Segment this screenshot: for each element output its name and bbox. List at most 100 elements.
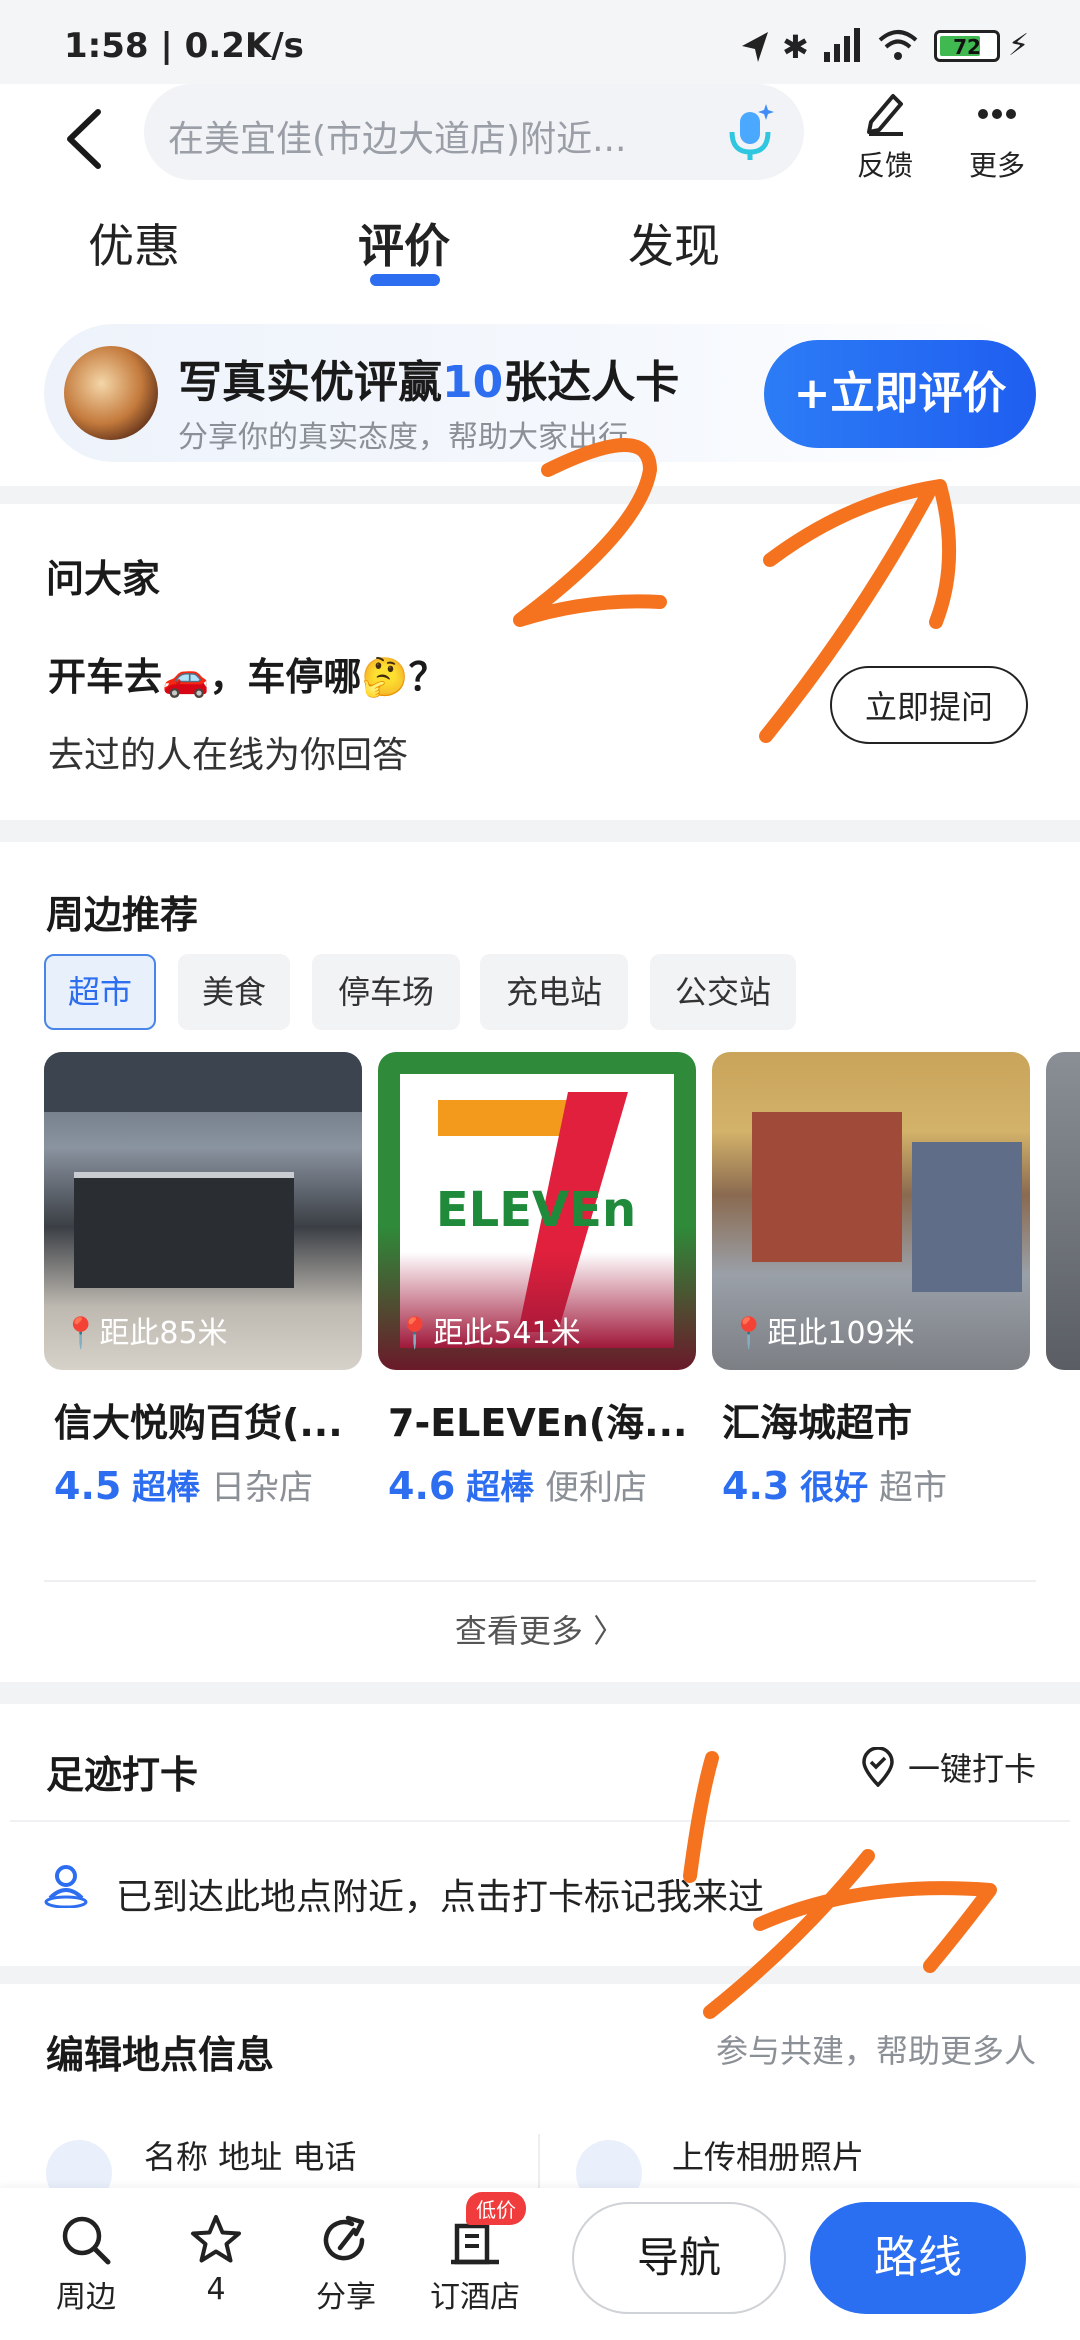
more-dots-icon <box>952 90 1042 140</box>
place-name: 信大悦购百货(... <box>54 1401 343 1445</box>
view-more-link[interactable]: 查看更多 〉 <box>0 1606 1080 1652</box>
place-distance: 📍距此85米 <box>62 1316 228 1351</box>
tab-reviews[interactable]: 评价 <box>358 210 450 276</box>
star-icon <box>191 2215 241 2263</box>
place-card[interactable]: 📍距此85米 信大悦购百货(... 4.5 超棒 日杂店 <box>44 1052 362 1508</box>
place-distance: 📍距此109米 <box>730 1316 915 1351</box>
upload-photos-link[interactable]: 上传相册照片 <box>672 2132 864 2178</box>
banner-subtitle: 分享你的真实态度，帮助大家出行 <box>178 420 628 455</box>
checkin-pin-icon <box>860 1746 896 1795</box>
distance-text: 距此85米 <box>99 1316 228 1351</box>
nearby-button[interactable]: 周边 <box>36 2212 136 2316</box>
voice-search-icon[interactable] <box>722 100 778 164</box>
banner-title-pre: 写真实优评赢 <box>178 357 442 408</box>
rating-level: 超棒 <box>466 1468 535 1508</box>
ask-question: 开车去🚗，车停哪🤔？ <box>48 655 447 699</box>
bottom-bar: 周边 4 分享 订酒店 低价 导航 路线 <box>0 2188 1080 2340</box>
place-photo: ELEVEn 📍距此541米 <box>378 1052 696 1370</box>
share-label: 分享 <box>316 2280 376 2315</box>
distance-text: 距此109米 <box>767 1316 915 1351</box>
checkin-prompt[interactable]: 已到达此地点附近，点击打卡标记我来过 <box>116 1868 764 1920</box>
nearby-label: 周边 <box>56 2280 116 2315</box>
place-rating: 4.3 很好 超市 <box>722 1460 947 1509</box>
book-hotel-button[interactable]: 订酒店 <box>420 2212 530 2316</box>
place-category: 超市 <box>878 1468 947 1508</box>
place-photo: 📍距此85米 <box>44 1052 362 1370</box>
tab-discount[interactable]: 优惠 <box>88 210 180 276</box>
wifi-icon <box>878 28 918 66</box>
ask-section: 问大家 开车去🚗，车停哪🤔？ 去过的人在线为你回答 立即提问 <box>0 504 1080 820</box>
favorites-count: 4 <box>206 2272 226 2307</box>
signal-icon <box>820 26 862 68</box>
ask-subtitle: 去过的人在线为你回答 <box>48 735 409 776</box>
search-bar[interactable]: 在美宜佳(市边大道店)附近... <box>144 84 804 180</box>
nautilus-avatar <box>64 346 158 440</box>
status-bar: 1:58 | 0.2K/s ✱ 72 ⚡ <box>0 0 1080 96</box>
rating-level: 超棒 <box>132 1468 201 1508</box>
rating-score: 4.3 <box>722 1464 790 1508</box>
battery-level: 72 <box>953 35 981 59</box>
nearby-section: 周边推荐 超市 美食 停车场 充电站 公交站 📍距此85米 信大悦购百货(...… <box>0 842 1080 1682</box>
place-rating: 4.6 超棒 便利店 <box>388 1460 647 1509</box>
checkin-button-label: 一键打卡 <box>907 1750 1036 1788</box>
place-distance: 📍距此541米 <box>396 1316 581 1351</box>
search-placeholder: 在美宜佳(市边大道店)附近... <box>168 119 627 160</box>
place-photo: 📍距此109米 <box>712 1052 1030 1370</box>
chip-supermarket[interactable]: 超市 <box>44 954 156 1030</box>
banner-title-highlight: 10 <box>442 357 504 408</box>
checkin-title: 足迹打卡 <box>46 1753 199 1797</box>
rating-score: 4.6 <box>388 1464 456 1508</box>
one-tap-checkin-button[interactable]: 一键打卡 <box>860 1744 1036 1795</box>
place-photo <box>1046 1052 1080 1370</box>
place-card[interactable]: 沙 4 <box>1046 1052 1080 1370</box>
more-label: 更多 <box>968 149 1025 182</box>
edit-title: 编辑地点信息 <box>46 2033 275 2077</box>
back-button[interactable] <box>60 104 110 174</box>
tab-discover[interactable]: 发现 <box>628 210 720 276</box>
search-icon <box>62 2216 111 2265</box>
edit-info-link[interactable]: 名称 地址 电话 <box>144 2132 356 2178</box>
active-tab-indicator <box>370 274 440 286</box>
edit-subtitle: 参与共建，帮助更多人 <box>715 2032 1036 2070</box>
rating-score: 4.5 <box>54 1464 122 1508</box>
feedback-button[interactable]: 反馈 <box>840 90 930 184</box>
chip-food[interactable]: 美食 <box>178 954 290 1030</box>
feedback-label: 反馈 <box>856 149 913 182</box>
banner-title: 写真实优评赢10张达人卡 <box>178 346 679 410</box>
tab-bar: 优惠 评价 发现 <box>0 200 1080 320</box>
place-name: 7-ELEVEn(海... <box>388 1401 688 1445</box>
battery-icon: 72 <box>934 30 1000 62</box>
chip-parking[interactable]: 停车场 <box>312 954 460 1030</box>
banner-title-post: 张达人卡 <box>503 357 680 408</box>
edit-pen-icon <box>840 90 930 140</box>
rating-level: 很好 <box>800 1468 869 1508</box>
user-location-icon <box>42 1864 90 1912</box>
favorite-button[interactable]: 4 <box>166 2212 266 2307</box>
bluetooth-icon: ✱ <box>782 28 809 66</box>
checkin-divider <box>10 1820 1070 1822</box>
chip-charging[interactable]: 充电站 <box>480 954 628 1030</box>
place-rating: 4.5 超棒 日杂店 <box>54 1460 313 1509</box>
header: 在美宜佳(市边大道店)附近... 反馈 更多 <box>0 84 1080 204</box>
chip-bus-stop[interactable]: 公交站 <box>650 954 796 1030</box>
navigate-button[interactable]: 导航 <box>572 2202 786 2314</box>
section-divider <box>44 1580 1036 1582</box>
status-time: 1:58 | 0.2K/s <box>64 26 304 66</box>
location-icon <box>740 30 770 68</box>
share-icon <box>323 2215 365 2261</box>
low-price-badge: 低价 <box>466 2192 526 2225</box>
place-category: 日杂店 <box>210 1468 313 1508</box>
place-card[interactable]: ELEVEn 📍距此541米 7-ELEVEn(海... 4.6 超棒 便利店 <box>378 1052 696 1508</box>
ask-question-button[interactable]: 立即提问 <box>830 666 1028 744</box>
checkin-section: 足迹打卡 一键打卡 已到达此地点附近，点击打卡标记我来过 <box>0 1704 1080 1966</box>
distance-text: 距此541米 <box>433 1316 581 1351</box>
write-review-button[interactable]: +立即评价 <box>764 340 1036 448</box>
nearby-title: 周边推荐 <box>46 893 199 937</box>
place-name: 汇海城超市 <box>722 1401 913 1445</box>
hotel-label: 订酒店 <box>430 2280 520 2315</box>
ask-title: 问大家 <box>46 557 161 601</box>
place-card[interactable]: 📍距此109米 汇海城超市 4.3 很好 超市 <box>712 1052 1030 1508</box>
more-button[interactable]: 更多 <box>952 90 1042 184</box>
route-button[interactable]: 路线 <box>810 2202 1026 2314</box>
share-button[interactable]: 分享 <box>296 2212 396 2316</box>
